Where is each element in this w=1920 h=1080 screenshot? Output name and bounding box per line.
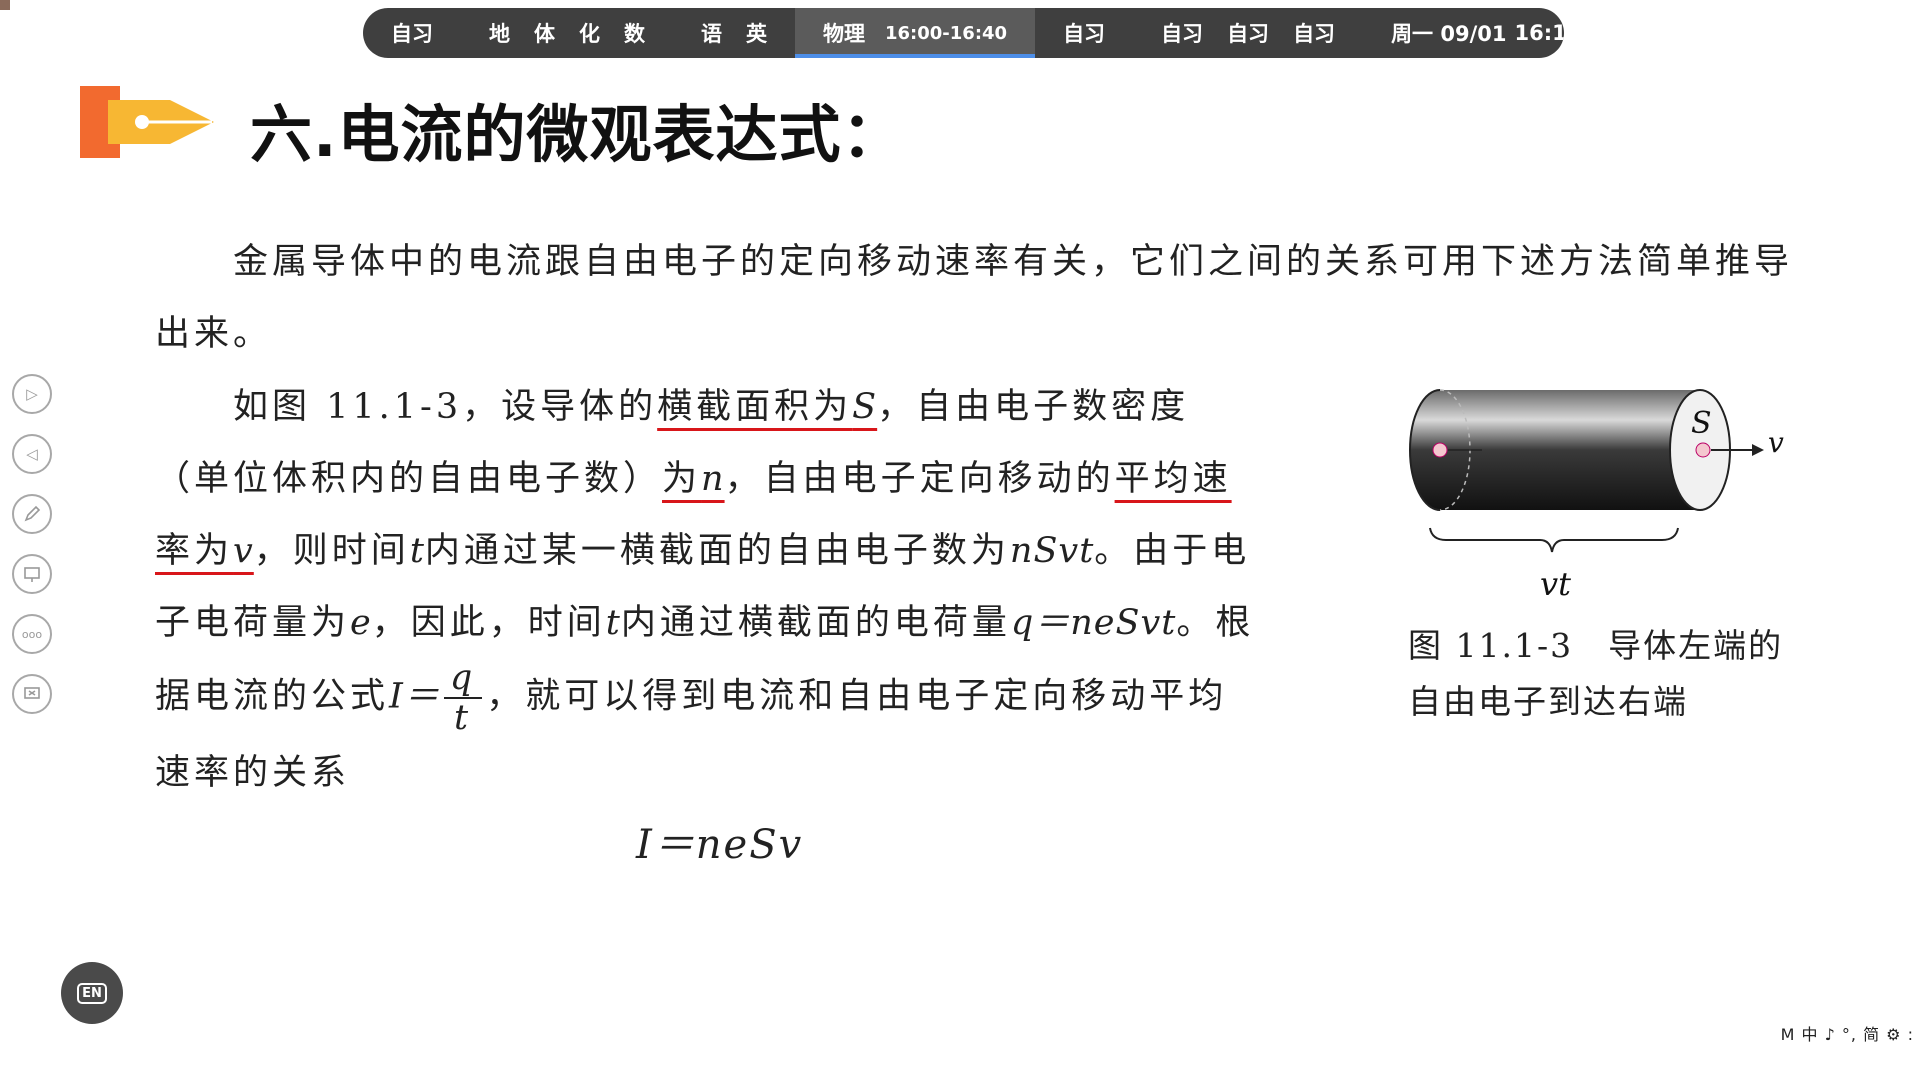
current-class-time: 16:00-16:40	[885, 22, 1008, 44]
end-show-glyph	[24, 687, 40, 699]
schedule-item: 自习	[1063, 22, 1106, 46]
schedule-segment[interactable]: 语 英	[673, 8, 795, 58]
more-glyph: ooo	[21, 627, 43, 641]
schedule-item: 自习	[391, 22, 433, 46]
schedule-item: 英	[746, 22, 767, 46]
schedule-item: 体	[534, 22, 555, 46]
schedule-item: 地	[489, 22, 510, 46]
schedule-segment[interactable]: 自习	[363, 8, 461, 58]
fraction-q-over-t: qt	[443, 659, 483, 738]
label-vt: vt	[1540, 565, 1571, 603]
label-v: v	[1768, 426, 1784, 459]
velocity-arrowhead	[1752, 444, 1764, 456]
underlined-text: 横截面积为S	[657, 387, 877, 427]
clock-date: 周一 09/01	[1391, 22, 1507, 46]
text: ，自由电子定向移动的	[724, 459, 1115, 499]
schedule-item: 自习	[1161, 22, 1204, 46]
corner-mark-icon	[0, 0, 10, 10]
more-icon[interactable]: ooo	[12, 614, 52, 654]
fraction-denominator: t	[454, 698, 473, 738]
schedule-item: 数	[624, 22, 645, 46]
schedule-item: 化	[579, 22, 600, 46]
symbol-S: S	[852, 387, 878, 427]
current-formula: I＝neSv	[636, 822, 804, 868]
symbol-t: t	[409, 531, 425, 571]
schedule-bar: 自习 地 体 化 数 语 英 物理 16:00-16:40 自习 自习 自习 自…	[363, 8, 1564, 58]
schedule-item: 语	[701, 22, 722, 46]
derivation-paragraph: 如图 11.1-3，设导体的横截面积为S，自由电子数密度（单位体积内的自由电子数…	[155, 371, 1255, 809]
fraction-numerator: q	[443, 659, 483, 699]
vt-brace	[1429, 527, 1679, 553]
schedule-current-class[interactable]: 物理 16:00-16:40	[795, 8, 1036, 58]
language-toggle-button[interactable]: EN	[61, 962, 123, 1024]
clock-time: 16:11:30	[1514, 21, 1565, 45]
schedule-item: 自习	[1227, 22, 1270, 46]
schedule-segment[interactable]: 地 体 化 数	[461, 8, 673, 58]
expression-I: I＝	[389, 676, 440, 717]
symbol-n: n	[701, 459, 725, 499]
schedule-segment[interactable]: 自习	[1035, 8, 1133, 58]
symbol-v: v	[233, 531, 254, 571]
clock: 周一 09/01 16:11:30	[1363, 8, 1564, 58]
text: 横截面积为	[657, 387, 853, 427]
intro-text: 金属导体中的电流跟自由电子的定向移动速率有关，它们之间的关系可用下述方法简单推导…	[155, 242, 1794, 354]
underlined-text: 为n	[662, 459, 725, 499]
text: 如图 11.1-3，设导体的	[233, 387, 658, 427]
text: 内通过横截面的电荷量	[620, 603, 1011, 643]
conductor-figure: S v vt	[1409, 389, 1784, 603]
current-subject: 物理	[823, 22, 865, 46]
previous-glyph: ◁	[26, 445, 38, 463]
text: 为	[662, 459, 702, 499]
screen-glyph	[24, 567, 40, 582]
screen-annotate-icon[interactable]	[12, 554, 52, 594]
end-show-icon[interactable]	[12, 674, 52, 714]
play-glyph: ▷	[26, 385, 38, 403]
label-s: S	[1691, 406, 1712, 441]
text: ，因此，时间	[371, 603, 606, 643]
text: 内通过某一横截面的自由电子数为	[424, 531, 1010, 571]
figure-caption: 图 11.1-3 导体左端的自由电子到达右端	[1408, 626, 1784, 721]
pen-icon[interactable]	[12, 494, 52, 534]
expression-q: q＝neSvt	[1010, 603, 1177, 643]
slide-title: 六.电流的微观表达式：	[250, 98, 905, 171]
language-label: EN	[77, 982, 107, 1004]
electron-left	[1432, 442, 1448, 458]
ime-status-bar[interactable]: M 中 ♪ °, 简 ⚙ :	[1781, 1021, 1914, 1045]
expression-nSvt: nSvt	[1009, 531, 1095, 571]
play-icon[interactable]: ▷	[12, 374, 52, 414]
schedule-segment[interactable]: 自习 自习 自习	[1133, 8, 1363, 58]
text: ，则时间	[253, 531, 410, 571]
schedule-item: 自习	[1293, 22, 1336, 46]
pen-glyph	[24, 505, 41, 522]
previous-icon[interactable]: ◁	[12, 434, 52, 474]
electron-right	[1695, 442, 1711, 458]
symbol-t: t	[605, 603, 621, 643]
intro-paragraph: 金属导体中的电流跟自由电子的定向移动速率有关，它们之间的关系可用下述方法简单推导…	[155, 226, 1815, 370]
pen-nib-icon	[80, 86, 214, 158]
symbol-e: e	[350, 603, 372, 643]
